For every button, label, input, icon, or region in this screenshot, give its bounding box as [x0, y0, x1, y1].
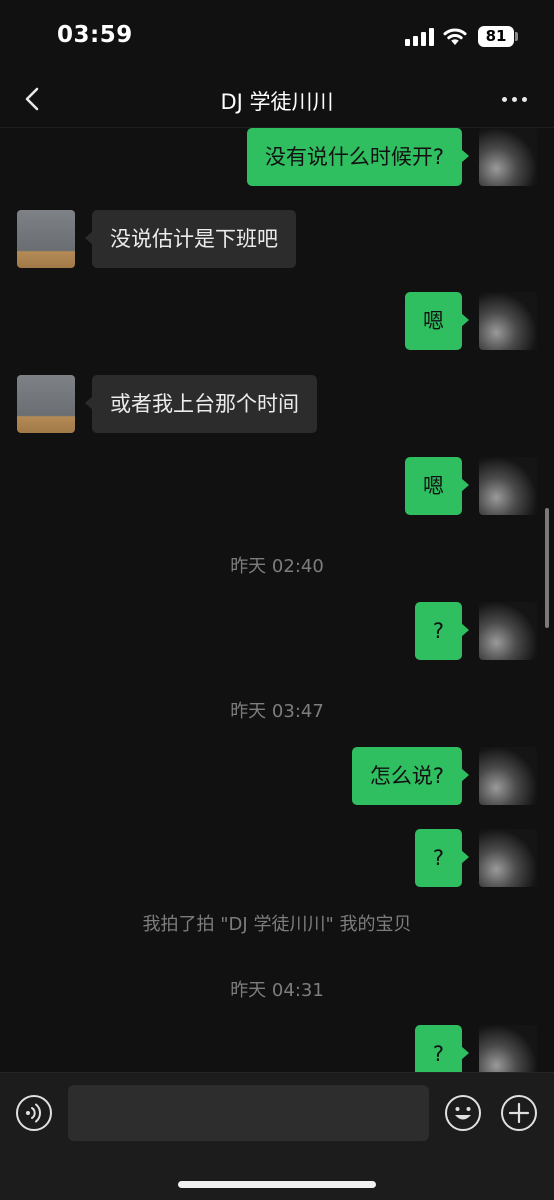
status-time: 03:59 — [57, 22, 133, 48]
message-list[interactable]: 没有说什么时候开? 没说估计是下班吧 嗯 或者我上台那个时间 嗯 昨天 02:4… — [0, 128, 554, 1072]
timestamp: 昨天 04:31 — [230, 980, 324, 1001]
outgoing-message[interactable]: ? — [414, 1025, 470, 1072]
contact-avatar[interactable] — [17, 375, 75, 433]
my-avatar[interactable] — [479, 1025, 537, 1072]
my-avatar[interactable] — [479, 829, 537, 887]
message-input[interactable] — [68, 1085, 429, 1141]
outgoing-message[interactable]: 嗯 — [405, 292, 469, 350]
incoming-message[interactable]: 没说估计是下班吧 — [85, 210, 296, 268]
voice-icon[interactable] — [15, 1094, 53, 1132]
chat-header: DJ 学徒川川 — [0, 72, 554, 128]
battery-icon: 81 — [478, 26, 514, 47]
my-avatar[interactable] — [479, 747, 537, 805]
outgoing-message[interactable]: 嗯 — [405, 457, 469, 515]
outgoing-message[interactable]: 怎么说? — [351, 747, 470, 805]
outgoing-message[interactable]: ? — [414, 602, 470, 660]
outgoing-message[interactable]: 没有说什么时候开? — [246, 128, 470, 186]
signal-icon — [405, 28, 435, 46]
scrollbar[interactable] — [545, 508, 549, 628]
home-indicator[interactable] — [178, 1181, 376, 1188]
my-avatar[interactable] — [479, 457, 537, 515]
wifi-icon — [443, 28, 467, 45]
plus-icon[interactable] — [500, 1094, 538, 1132]
outgoing-message[interactable]: ? — [414, 829, 470, 887]
ellipsis-icon[interactable] — [500, 90, 530, 110]
system-notice: 我拍了拍 "DJ 学徒川川" 我的宝贝 — [142, 914, 412, 935]
timestamp: 昨天 02:40 — [230, 556, 324, 577]
chat-title: DJ 学徒川川 — [220, 90, 334, 114]
my-avatar[interactable] — [479, 128, 537, 186]
my-avatar[interactable] — [479, 602, 537, 660]
timestamp: 昨天 03:47 — [230, 701, 324, 722]
emoji-icon[interactable] — [444, 1094, 482, 1132]
incoming-message[interactable]: 或者我上台那个时间 — [85, 375, 317, 433]
input-bar — [0, 1072, 554, 1200]
my-avatar[interactable] — [479, 292, 537, 350]
status-bar: 03:59 81 — [0, 0, 554, 72]
battery-tip — [515, 32, 518, 41]
contact-avatar[interactable] — [17, 210, 75, 268]
